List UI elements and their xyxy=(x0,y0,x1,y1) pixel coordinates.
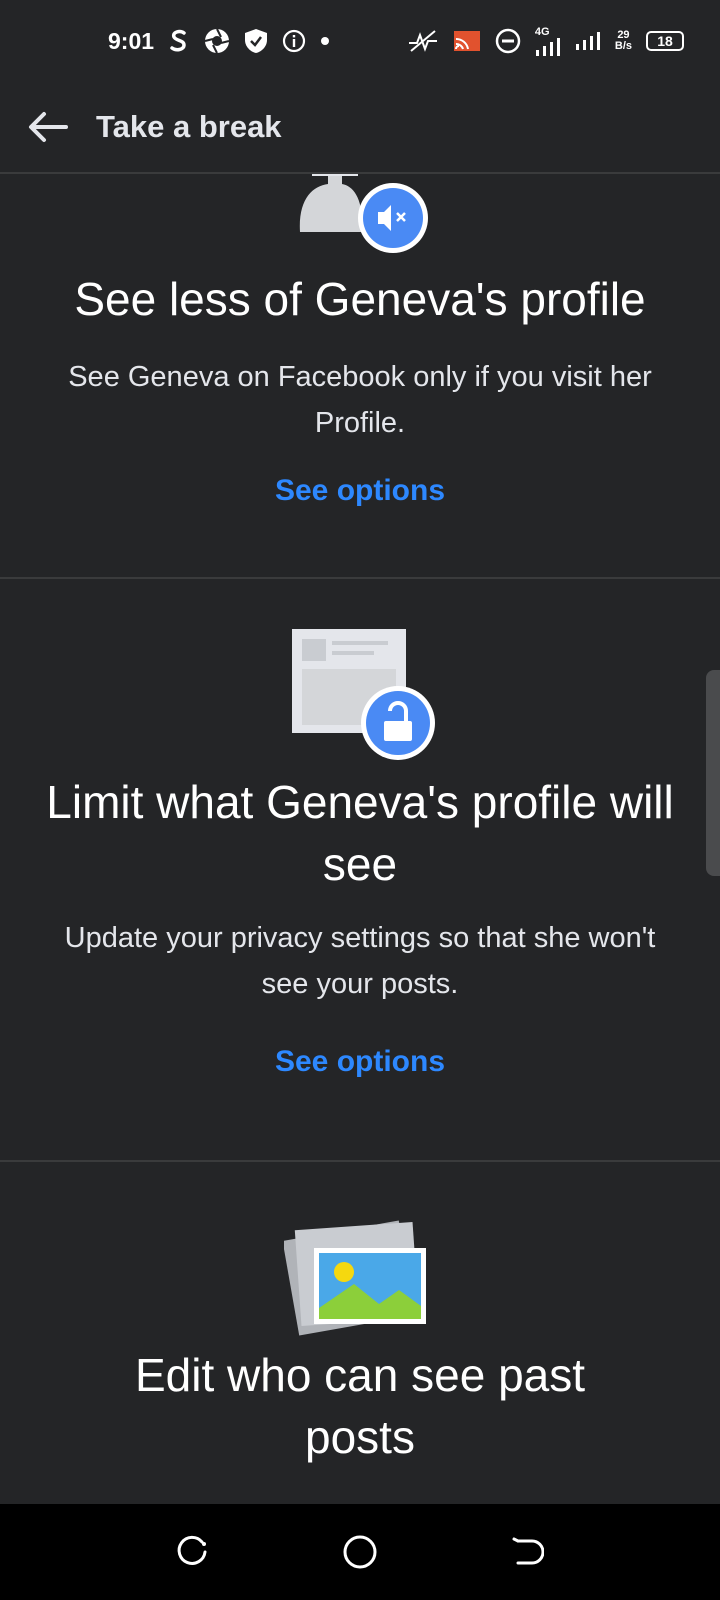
unlock-icon xyxy=(292,629,435,760)
system-nav-bar xyxy=(0,1504,720,1600)
battery-icon: 18 xyxy=(646,31,684,51)
home-button[interactable] xyxy=(330,1522,390,1582)
mute-icon xyxy=(299,174,428,253)
status-right: 4G 29 B/s 18 xyxy=(407,25,684,56)
home-icon xyxy=(343,1535,377,1569)
s-app-icon xyxy=(168,29,190,53)
network-type: 4G xyxy=(534,25,550,38)
battery-level: 18 xyxy=(657,33,673,49)
page-title: Take a break xyxy=(96,109,282,144)
recent-apps-icon xyxy=(177,1535,207,1565)
back-nav-icon xyxy=(512,1537,544,1565)
section-description: See Geneva on Facebook only if you visit… xyxy=(68,361,652,439)
cast-icon xyxy=(453,29,481,53)
status-time: 9:01 xyxy=(108,27,155,54)
section-title: Edit who can see past posts xyxy=(134,1349,586,1463)
section-illustration xyxy=(0,1162,720,1342)
scrollbar-thumb[interactable] xyxy=(706,670,720,876)
dnd-icon xyxy=(495,28,521,54)
status-bar: 9:01 4G 29 B/s 18 xyxy=(0,0,720,82)
app-bar: Take a break xyxy=(0,82,720,174)
section-limit: Limit what Geneva's profile will see Upd… xyxy=(0,579,720,1079)
section-title: See less of Geneva's profile xyxy=(74,273,646,325)
recent-apps-button[interactable] xyxy=(163,1522,223,1582)
section-description: Update your privacy settings so that she… xyxy=(64,922,656,1000)
photo-icon xyxy=(284,1220,426,1336)
section-illustration xyxy=(0,174,720,268)
net-speed-unit: B/s xyxy=(614,40,632,52)
section-past-posts: Edit who can see past posts xyxy=(0,1162,720,1468)
see-options-button[interactable]: See options xyxy=(275,1045,445,1079)
back-nav-button[interactable] xyxy=(497,1522,557,1582)
status-left: 9:01 xyxy=(108,28,330,55)
section-see-less: See less of Geneva's profile See Geneva … xyxy=(0,174,720,508)
arrow-left-icon xyxy=(29,112,68,142)
section-title: Limit what Geneva's profile will see xyxy=(46,776,674,890)
shutter-icon xyxy=(204,28,230,54)
dot-icon xyxy=(320,36,330,46)
signal-icon-2 xyxy=(575,32,601,50)
see-options-button[interactable]: See options xyxy=(275,474,445,508)
net-speed: 29 B/s xyxy=(615,30,632,52)
signal-icon: 4G xyxy=(534,25,561,56)
shield-icon xyxy=(244,28,268,54)
info-icon xyxy=(282,29,306,53)
back-button[interactable] xyxy=(0,81,96,173)
wifi-off-icon xyxy=(407,29,439,53)
content[interactable]: See less of Geneva's profile See Geneva … xyxy=(0,174,720,1504)
section-illustration xyxy=(0,579,720,765)
